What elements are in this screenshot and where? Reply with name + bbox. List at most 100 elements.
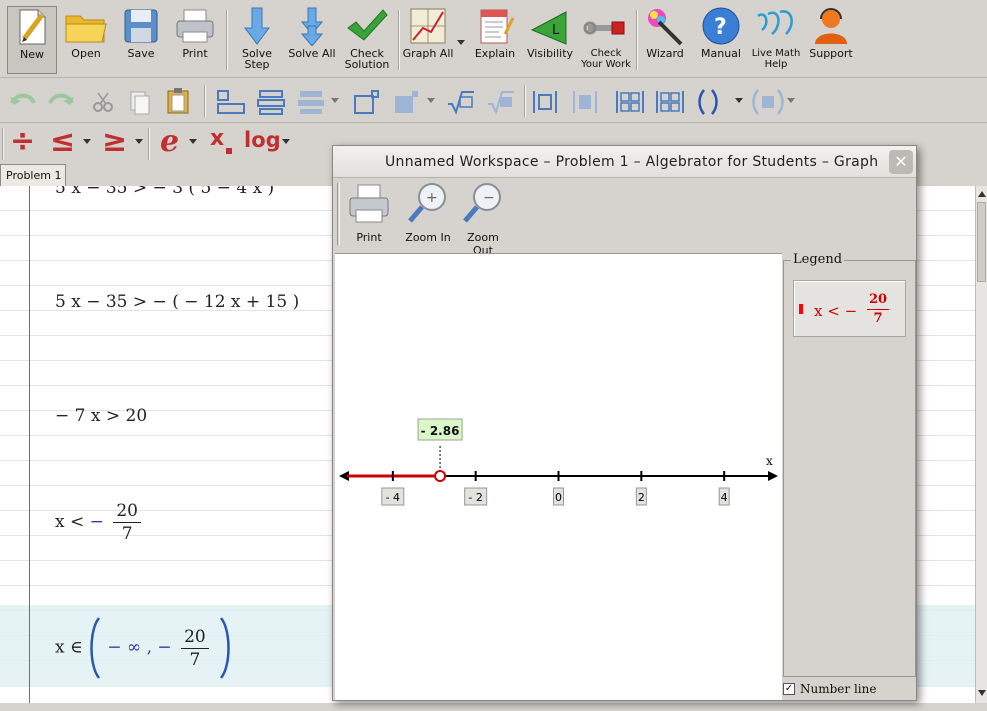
tick-label: - 2 (468, 491, 482, 504)
step-5[interactable]: x ∈ − ∞ , − 20 7 (55, 616, 232, 680)
step-1[interactable]: 5 x − 35 > − 3 ( 5 − 4 x ) (55, 186, 274, 198)
zoom-out-icon: − (463, 183, 501, 223)
fraction-denominator: 7 (189, 649, 201, 670)
double-arrow-down-icon (300, 7, 324, 46)
magic-wand-icon (648, 9, 683, 46)
vertical-scrollbar[interactable] (975, 186, 987, 703)
check-your-work-button[interactable]: Check Your Work (579, 6, 633, 74)
legend-fraction: 20 7 (867, 291, 890, 328)
wizard-button[interactable]: Wizard (640, 6, 690, 74)
dropdown-arrow-icon[interactable] (134, 138, 144, 146)
toolbar-grip[interactable] (337, 183, 340, 245)
abs-box-icon[interactable] (530, 88, 560, 116)
graph-toolbar: Print + Zoom In − Zoom Out (333, 179, 916, 257)
tab-problem-1[interactable]: Problem 1 (0, 164, 66, 186)
less-equal-button[interactable]: ≤ (50, 124, 75, 159)
graph-all-button[interactable]: Graph All (402, 6, 454, 74)
step-4[interactable]: x < − 20 7 (55, 500, 145, 545)
close-button[interactable]: ✕ (889, 150, 913, 174)
solve-all-button[interactable]: Solve All (286, 6, 338, 74)
euler-e-button[interactable]: e (160, 124, 179, 159)
dropdown-arrow-icon[interactable] (786, 97, 796, 105)
matrix-box-icon[interactable] (614, 88, 646, 116)
dropdown-arrow-icon[interactable] (330, 97, 340, 105)
abs-fill-icon[interactable] (570, 88, 600, 116)
dropdown-arrow-icon[interactable] (734, 97, 744, 105)
scroll-down-icon[interactable] (977, 689, 987, 697)
redo-icon[interactable] (46, 89, 76, 113)
step-5-sign: − (157, 637, 172, 658)
zoom-in-icon: + (408, 183, 446, 223)
toolbar-separator (204, 85, 206, 117)
legend-color-swatch (799, 304, 803, 314)
number-line-option: ✓ Number line (783, 681, 916, 699)
fill-box-icon[interactable] (392, 88, 422, 116)
live-math-help-button[interactable]: Live Math Help (750, 6, 802, 74)
tick-label: - 4 (386, 491, 400, 504)
check-solution-button[interactable]: Check Solution (341, 6, 393, 74)
step-3[interactable]: − 7 x > 20 (55, 406, 147, 426)
sqrt-box-icon[interactable] (446, 88, 476, 116)
scrollbar-thumb[interactable] (977, 202, 986, 282)
graph-icon (410, 8, 446, 44)
dropdown-arrow-icon[interactable] (281, 138, 291, 146)
sqrt-fill-icon[interactable] (486, 88, 516, 116)
paste-icon[interactable] (166, 87, 190, 115)
support-button[interactable]: Support (805, 6, 857, 74)
format-toolbar (0, 79, 987, 123)
legend-caption: Legend (791, 252, 845, 267)
save-button[interactable]: Save (116, 6, 166, 74)
svg-text:L: L (552, 23, 560, 38)
graph-all-dropdown-icon[interactable] (456, 36, 466, 45)
explain-button[interactable]: Explain (470, 6, 520, 74)
visibility-button[interactable]: L Visibility (524, 6, 576, 74)
toolbar-separator (398, 10, 400, 70)
floppy-disk-icon (124, 9, 158, 43)
divide-symbol-button[interactable]: ÷ (10, 124, 35, 159)
wrench-icon (583, 21, 625, 35)
greater-equal-button[interactable]: ≥ (102, 124, 127, 159)
right-paren-icon (220, 617, 230, 679)
copy-icon[interactable] (128, 89, 150, 115)
matrix-fill-icon[interactable] (654, 88, 686, 116)
align-center-icon[interactable] (256, 88, 286, 116)
live-help-figures-icon (757, 10, 793, 35)
step-5-fraction: 20 7 (181, 626, 209, 671)
legend-panel: Legend x < − 20 7 (783, 252, 916, 677)
align-right-icon[interactable] (296, 88, 326, 116)
toolbar-separator (524, 85, 526, 117)
step-2[interactable]: 5 x − 35 > − ( − 12 x + 15 ) (55, 292, 299, 312)
log-button[interactable]: log (244, 128, 281, 152)
print-button[interactable]: Print (170, 6, 220, 74)
dropdown-arrow-icon[interactable] (82, 138, 92, 146)
step-5-interval-left: − ∞ , (107, 637, 153, 658)
graph-print-button[interactable]: Print (347, 181, 391, 244)
open-button[interactable]: Open (60, 6, 112, 74)
parentheses-icon[interactable] (696, 87, 720, 117)
manual-button[interactable]: ? Manual (695, 6, 747, 74)
legend-entry[interactable]: x < − 20 7 (793, 280, 906, 337)
dropdown-arrow-icon[interactable] (188, 138, 198, 146)
graph-window-titlebar[interactable]: Unnamed Workspace – Problem 1 – Algebrat… (333, 146, 916, 178)
toolbar-separator (636, 10, 638, 70)
new-document-icon (19, 9, 46, 45)
subscript-button[interactable]: x (210, 126, 224, 151)
toolbar-separator (226, 10, 228, 70)
solve-step-button[interactable]: Solve Step (232, 6, 282, 74)
dropdown-arrow-icon[interactable] (426, 97, 436, 105)
new-button[interactable]: New (7, 6, 57, 74)
toolbar-separator (2, 128, 4, 160)
left-paren-icon (90, 617, 101, 679)
parentheses-fill-icon[interactable] (750, 87, 786, 117)
undo-icon[interactable] (8, 89, 38, 113)
zoom-out-button[interactable]: − Zoom Out (457, 181, 509, 257)
align-left-icon[interactable] (216, 88, 246, 116)
graph-plot-area[interactable]: x - 4 - 2 0 2 4 - 2.86 (335, 253, 782, 700)
cut-icon[interactable] (92, 91, 114, 113)
resize-box-icon[interactable] (352, 88, 382, 116)
support-agent-icon (815, 8, 847, 44)
tick-label: 4 (721, 491, 728, 504)
number-line-checkbox[interactable]: ✓ (783, 683, 795, 695)
zoom-in-button[interactable]: + Zoom In (403, 181, 453, 244)
scroll-up-icon[interactable] (977, 190, 987, 198)
